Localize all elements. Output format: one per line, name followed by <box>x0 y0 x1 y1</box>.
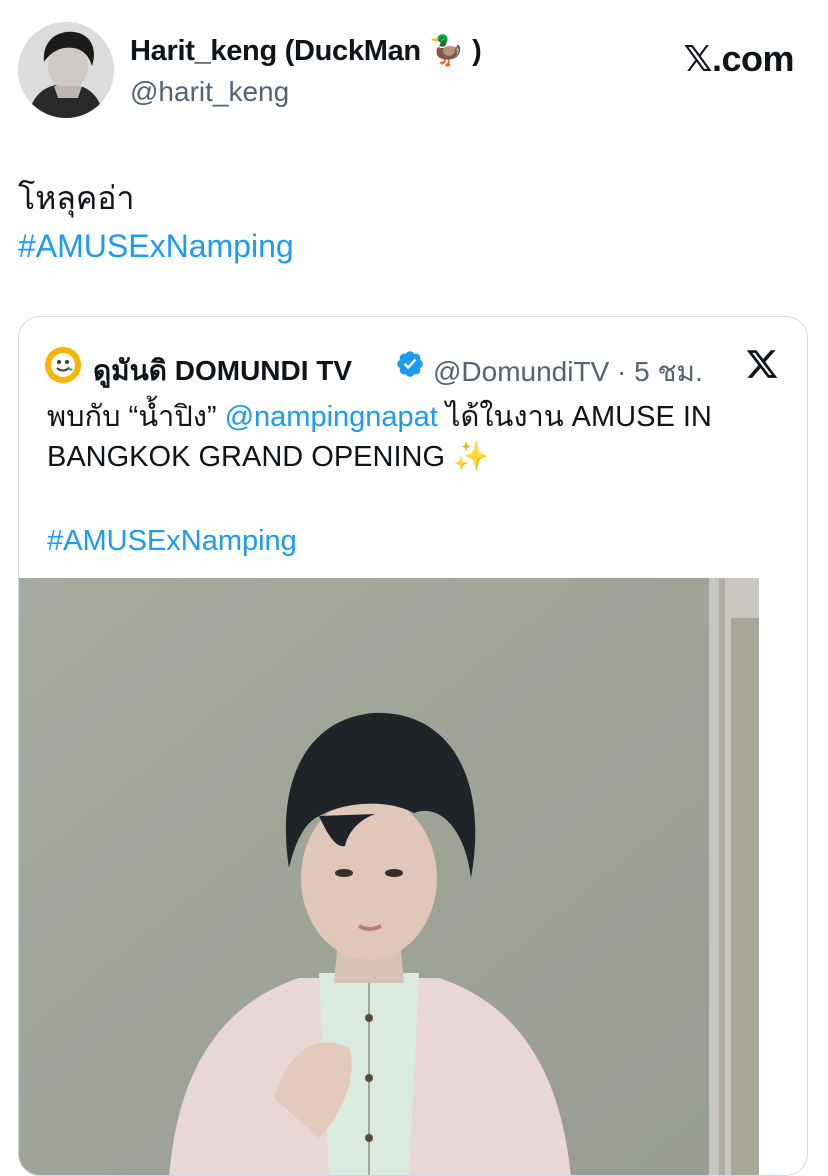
author-avatar[interactable] <box>18 22 114 118</box>
portrait-photo <box>19 578 759 1175</box>
quoted-text-line-1: พบกับ “น้ำปิง” @nampingnapat ได้ในงาน AM… <box>47 397 787 437</box>
site-logo: 𝕏.com <box>683 38 794 80</box>
quoted-tweet-card[interactable]: ดูมันดิ DOMUNDI TV @DomundiTV · 5 ชม. พบ… <box>18 316 808 1176</box>
x-logo-icon <box>746 350 778 378</box>
quoted-text-suffix: ได้ในงาน AMUSE IN <box>437 401 712 433</box>
quoted-author-avatar[interactable] <box>45 347 81 383</box>
mention-link[interactable]: @nampingnapat <box>225 401 438 433</box>
tweet-header: Harit_keng (DuckMan 🦆 ) @harit_keng 𝕏.co… <box>18 22 810 122</box>
author-name[interactable]: Harit_keng (DuckMan 🦆 ) <box>130 34 482 68</box>
quoted-tweet-header: ดูมันดิ DOMUNDI TV @DomundiTV · 5 ชม. <box>45 345 785 387</box>
quoted-text-line-2: BANGKOK GRAND OPENING ✨ <box>47 437 787 477</box>
quoted-author-name[interactable]: ดูมันดิ DOMUNDI TV <box>93 349 352 393</box>
quoted-hashtag[interactable]: #AMUSExNamping <box>47 521 297 561</box>
tweet-text: โหลุคอ่า #AMUSExNamping <box>18 174 294 270</box>
author-avatar-image <box>18 22 114 118</box>
quoted-text-line-2-text: BANGKOK GRAND OPENING <box>47 441 454 473</box>
quoted-text-prefix: พบกับ “น้ำปิง” <box>47 401 225 433</box>
tweet-hashtag[interactable]: #AMUSExNamping <box>18 222 294 270</box>
sparkles-emoji: ✨ <box>453 441 490 473</box>
author-handle[interactable]: @harit_keng <box>130 76 289 108</box>
quoted-tweet-photo[interactable] <box>19 578 759 1175</box>
verified-badge-icon <box>397 351 423 377</box>
quoted-tweet-text: พบกับ “น้ำปิง” @nampingnapat ได้ในงาน AM… <box>47 397 787 477</box>
domundi-logo-icon <box>45 347 81 383</box>
site-logo-text: .com <box>711 38 795 79</box>
tweet-text-line: โหลุคอ่า <box>18 180 135 216</box>
x-logo-icon: 𝕏 <box>683 39 712 80</box>
quoted-author-handle-time[interactable]: @DomundiTV · 5 ชม. <box>433 350 703 394</box>
